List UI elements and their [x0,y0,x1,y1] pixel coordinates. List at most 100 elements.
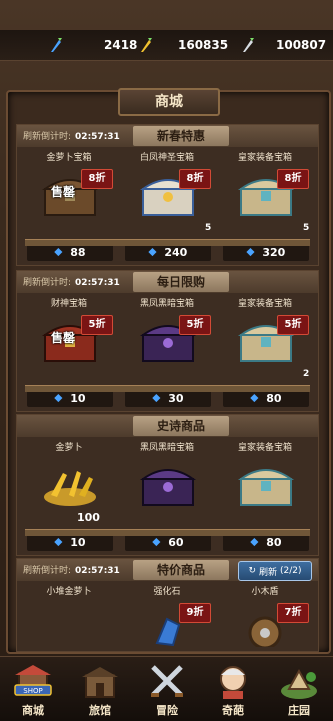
item-name: 金萝卜宝箱 [46,153,92,163]
blue-carrot-gem-icon [51,38,62,52]
blue-carrot-gem-icon: ⬥ [148,245,157,258]
blue-carrot-gem-icon: ⬥ [54,245,63,258]
price-value: 10 [70,535,86,549]
timer-label: 刷新倒计时: [23,132,72,142]
silver-carrot-icon [243,38,254,52]
price-value: 80 [266,391,282,405]
discount-badge: 5折 [277,315,309,335]
item-name: 皇家装备宝箱 [237,443,292,453]
refresh-timer: 刷新倒计时: 02:57:31 [23,275,120,288]
blue-carrot-gem-icon: ⬥ [246,245,255,258]
timer-value: 02:57:31 [75,132,120,142]
timer-label: 刷新倒计时: [23,566,72,576]
shop-item[interactable]: 皇家装备宝箱 ⬥ 80 [217,441,313,553]
section-title: 史诗商品 [133,416,229,436]
section-special-offers: 刷新倒计时: 02:57:31 特价商品 ↻ 刷新 (2/2) 小堆金萝卜 强化石 9… [16,558,319,652]
section-header: 刷新倒计时: 02:57:31 每日限购 [17,271,318,293]
nav-label: 庄园 [288,704,310,717]
character-icon [220,666,246,699]
enhance-stone-icon [155,617,181,647]
nav-shop[interactable]: SHOP 商城 [0,657,66,721]
refresh-label: 刷新 [259,567,278,578]
nav-characters[interactable]: 奇葩 [200,657,266,721]
nav-inn[interactable]: 旅馆 [67,657,133,721]
shop-item[interactable]: 皇家装备宝箱 5折 2 ⬥ 80 [217,297,313,409]
shop-icon: SHOP [14,665,52,696]
section-title: 新春特惠 [133,126,229,146]
blue-carrot-gem-icon: ⬥ [54,535,63,548]
section-title: 每日限购 [133,272,229,292]
discount-badge: 8折 [179,169,211,189]
price-value: 10 [70,391,86,405]
item-name: 财神宝箱 [50,299,87,309]
shop-item[interactable]: 小堆金萝卜 [21,585,117,649]
shelf [25,239,310,246]
shop-item[interactable]: 金萝卜 100 ⬥ 10 [21,441,117,553]
item-name: 白凤神圣宝箱 [139,153,194,163]
amount-label: 100 [77,511,100,524]
resource-value: 100807 [276,38,327,52]
blue-carrot-gem-icon: ⬥ [250,391,259,404]
section-daily-limit: 刷新倒计时: 02:57:31 每日限购 财神宝箱 售罄 5折 ⬥ 10 黑凤黑暗宝… [16,270,319,412]
nav-label: 旅馆 [89,704,111,717]
gold-carrot-pile-icon [44,471,96,506]
small-wooden-shield-icon [248,616,282,647]
item-name: 小木盾 [251,587,279,597]
item-name: 黑凤黑暗宝箱 [139,299,194,309]
discount-badge: 5折 [179,315,211,335]
shop-item[interactable]: 小木盾 7折 [217,585,313,649]
gold-carrot-icon [141,38,152,52]
black-phoenix-chest-icon [139,469,197,506]
shelf [25,385,310,392]
section-header: 史诗商品 [17,415,318,437]
stock-count: 5 [205,223,212,233]
timer-value: 02:57:31 [75,566,120,576]
nav-label: 奇葩 [222,704,244,717]
section-title: 特价商品 [133,560,229,580]
refresh-button[interactable]: ↻ 刷新 (2/2) [238,561,312,581]
sold-out-label: 售罄 [51,185,76,199]
shop-item[interactable]: 金萝卜宝箱 售罄 8折 ⬥ 88 [21,151,117,263]
resource-blue-carrot: 2418 [48,36,137,54]
refresh-count: (2/2) [280,566,302,576]
sold-out-label: 售罄 [51,331,76,345]
section-header: 刷新倒计时: 02:57:31 新春特惠 [17,125,318,147]
shop-item[interactable]: 财神宝箱 售罄 5折 ⬥ 10 [21,297,117,409]
section-spring-sale: 刷新倒计时: 02:57:31 新春特惠 金萝卜宝箱 售罄 8折 ⬥ 88 白凤神圣… [16,124,319,266]
bottom-nav: SHOP 商城 旅馆 冒险 奇葩 庄园 [0,656,333,721]
royal-equipment-chest-icon [237,469,295,506]
resource-value: 160835 [178,38,229,52]
section-epic-goods: 史诗商品 金萝卜 100 ⬥ 10 黑凤黑暗宝箱 ⬥ 60 皇家装备宝箱 ⬥ 80 [16,414,319,556]
nav-adventure[interactable]: 冒险 [134,657,200,721]
price-value: 320 [262,245,286,259]
shop-badge: SHOP [23,687,42,695]
shop-item[interactable]: 黑凤黑暗宝箱 ⬥ 60 [119,441,215,553]
shop-item[interactable]: 皇家装备宝箱 8折 5 ⬥ 320 [217,151,313,263]
nav-label: 商城 [22,704,44,717]
section-header: 刷新倒计时: 02:57:31 特价商品 ↻ 刷新 (2/2) [17,559,318,581]
blue-carrot-gem-icon: ⬥ [54,391,63,404]
item-name: 黑凤黑暗宝箱 [139,443,194,453]
discount-badge: 9折 [179,603,211,623]
resource-value: 2418 [104,38,138,52]
discount-badge: 8折 [277,169,309,189]
shelf [25,529,310,536]
price-value: 60 [168,535,184,549]
blue-carrot-gem-icon: ⬥ [152,391,161,404]
resource-gold-carrot: 160835 [138,36,228,54]
refresh-timer: 刷新倒计时: 02:57:31 [23,563,120,576]
shop-item[interactable]: 白凤神圣宝箱 8折 5 ⬥ 240 [119,151,215,263]
refresh-icon: ↻ [248,566,256,576]
item-name: 小堆金萝卜 [46,587,92,597]
blue-carrot-gem-icon: ⬥ [250,535,259,548]
item-name: 强化石 [153,587,181,597]
shop-item[interactable]: 黑凤黑暗宝箱 5折 ⬥ 30 [119,297,215,409]
item-name: 皇家装备宝箱 [237,153,292,163]
nav-manor[interactable]: 庄园 [266,657,332,721]
manor-icon [281,668,317,699]
refresh-timer: 刷新倒计时: 02:57:31 [23,129,120,142]
price-value: 30 [168,391,184,405]
shop-item[interactable]: 强化石 9折 [119,585,215,649]
stock-count: 5 [303,223,310,233]
inn-icon [82,667,118,698]
